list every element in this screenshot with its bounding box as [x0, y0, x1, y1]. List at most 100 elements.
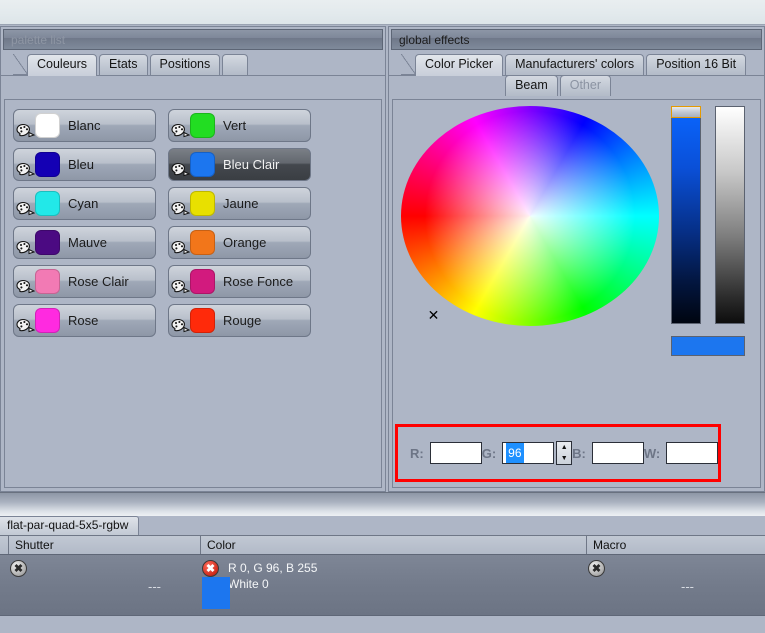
tab-other[interactable]: Other — [559, 75, 611, 96]
palette-item-label: Mauve — [68, 235, 108, 250]
fixture-panel: flat-par-quad-5x5-rgbw Shutter Color Mac… — [0, 516, 765, 633]
green-field-label: G: — [481, 445, 497, 461]
palette-list-area: Blanc Vert Bleu Bleu Clair Cyan Jaune Mauve Ora… — [4, 99, 382, 488]
color-wheel-shading — [401, 106, 659, 326]
brightness-slider[interactable] — [671, 106, 701, 324]
tab-beam[interactable]: Beam — [505, 75, 558, 96]
palette-item-label: Rouge — [223, 313, 262, 328]
palette-icon — [171, 240, 191, 256]
cell-color[interactable]: ✖ R 0, G 96, B 255 White 0 — [200, 555, 586, 617]
shutter-value: --- — [148, 579, 161, 594]
palette-item-swatch — [190, 113, 215, 138]
cell-macro[interactable]: ✖ --- — [586, 555, 765, 617]
tab-other-label: Other — [569, 78, 601, 92]
red-input[interactable] — [429, 442, 482, 464]
palette-item-rose-clair[interactable]: Rose Clair — [13, 265, 156, 298]
palette-item-swatch — [190, 152, 215, 177]
palette-item-swatch — [35, 191, 60, 216]
palette-item-bleu[interactable]: Bleu — [13, 148, 156, 181]
palette-item-bleu-clair[interactable]: Bleu Clair — [168, 148, 311, 181]
tab-couleurs-label: Couleurs — [37, 57, 88, 71]
palette-icon — [171, 162, 191, 178]
white-slider[interactable] — [715, 106, 745, 324]
palette-item-cyan[interactable]: Cyan — [13, 187, 156, 220]
tab-positions-label: Positions — [159, 57, 211, 71]
palette-item-orange[interactable]: Orange — [168, 226, 311, 259]
macro-disabled-icon[interactable]: ✖ — [588, 560, 605, 577]
attribute-grid-header: Shutter Color Macro — [0, 535, 765, 555]
green-stepper[interactable]: ▲ ▼ — [556, 441, 573, 465]
macro-value: --- — [681, 579, 694, 594]
color-wheel-cursor[interactable]: ✕ — [427, 308, 440, 322]
brightness-slider-handle[interactable] — [671, 106, 701, 118]
column-header-shutter[interactable]: Shutter — [8, 536, 200, 555]
palette-icon — [16, 279, 36, 295]
tab-color-picker[interactable]: Color Picker — [415, 54, 504, 76]
global-effects-tabbar: Color Picker Manufacturers' colors Posit… — [389, 54, 764, 96]
palette-item-swatch — [35, 308, 60, 333]
desktop-top-strip — [0, 0, 765, 25]
green-input[interactable]: 96 — [502, 442, 555, 464]
palette-item-rose-fonce[interactable]: Rose Fonce — [168, 265, 311, 298]
tab-position-16-bit[interactable]: Position 16 Bit — [646, 54, 747, 75]
tab-positions[interactable]: Positions — [149, 54, 221, 75]
white-input[interactable] — [666, 442, 719, 464]
palette-item-label: Rose — [68, 313, 99, 328]
green-input-value: 96 — [506, 443, 524, 463]
palette-item-label: Rose Clair — [68, 274, 129, 289]
tab-blank[interactable] — [222, 54, 249, 75]
rgbw-input-group: R: G: 96 ▲ ▼ B: W: — [395, 424, 721, 482]
column-header-macro[interactable]: Macro — [586, 536, 765, 555]
palette-item-mauve[interactable]: Mauve — [13, 226, 156, 259]
palette-item-swatch — [35, 113, 60, 138]
palette-item-swatch — [190, 191, 215, 216]
palette-item-label: Vert — [223, 118, 247, 133]
blue-field-label: B: — [572, 445, 586, 461]
palette-list-panel: palette list Couleurs Etats Positions Bl… — [0, 26, 386, 492]
shutter-disabled-icon[interactable]: ✖ — [10, 560, 27, 577]
color-picker-area: ✕ R: G: 96 ▲ ▼ B: W: — [392, 99, 761, 488]
green-field-group: G: 96 ▲ ▼ — [481, 441, 573, 465]
color-remove-icon[interactable]: ✖ — [202, 560, 219, 577]
stepper-down-icon[interactable]: ▼ — [561, 455, 568, 462]
palette-item-rose[interactable]: Rose — [13, 304, 156, 337]
color-row-swatch — [202, 577, 230, 609]
palette-item-label: Orange — [223, 235, 267, 250]
palette-item-swatch — [190, 308, 215, 333]
tab-couleurs[interactable]: Couleurs — [27, 54, 98, 76]
color-rgb-text: R 0, G 96, B 255 — [228, 561, 318, 575]
tab-beam-label: Beam — [515, 78, 548, 92]
cell-shutter[interactable]: ✖ --- — [8, 555, 200, 617]
palette-grid: Blanc Vert Bleu Bleu Clair Cyan Jaune Mauve Ora… — [5, 100, 381, 346]
white-field-label: W: — [643, 445, 661, 461]
color-wheel[interactable]: ✕ — [401, 106, 659, 326]
palette-item-label: Blanc — [68, 118, 101, 133]
color-white-text: White 0 — [228, 577, 269, 591]
palette-icon — [171, 201, 191, 217]
palette-item-rouge[interactable]: Rouge — [168, 304, 311, 337]
palette-item-vert[interactable]: Vert — [168, 109, 311, 142]
tab-manufacturers-colors[interactable]: Manufacturers' colors — [505, 54, 645, 75]
red-field-label: R: — [410, 445, 424, 461]
tab-fixture-flat-par-quad[interactable]: flat-par-quad-5x5-rgbw — [0, 516, 140, 535]
column-header-color[interactable]: Color — [200, 536, 586, 555]
palette-item-label: Bleu Clair — [223, 157, 280, 172]
palette-tabbar: Couleurs Etats Positions — [1, 54, 385, 76]
attribute-grid-row[interactable]: ✖ --- ✖ R 0, G 96, B 255 White 0 ✖ --- — [0, 554, 765, 616]
color-preview-swatch — [671, 336, 745, 356]
palette-icon — [171, 279, 191, 295]
tab-etats-label: Etats — [109, 57, 138, 71]
palette-item-jaune[interactable]: Jaune — [168, 187, 311, 220]
palette-icon — [171, 318, 191, 334]
fixture-tabbar: flat-par-quad-5x5-rgbw — [0, 516, 765, 535]
palette-icon — [16, 201, 36, 217]
global-effects-title: global effects — [391, 29, 762, 50]
palette-icon — [16, 318, 36, 334]
blue-input[interactable] — [591, 442, 644, 464]
palette-item-label: Bleu — [68, 157, 95, 172]
tab-etats[interactable]: Etats — [99, 54, 148, 75]
palette-item-swatch — [190, 269, 215, 294]
stepper-up-icon[interactable]: ▲ — [561, 444, 568, 451]
palette-item-blanc[interactable]: Blanc — [13, 109, 156, 142]
palette-item-label: Cyan — [68, 196, 99, 211]
